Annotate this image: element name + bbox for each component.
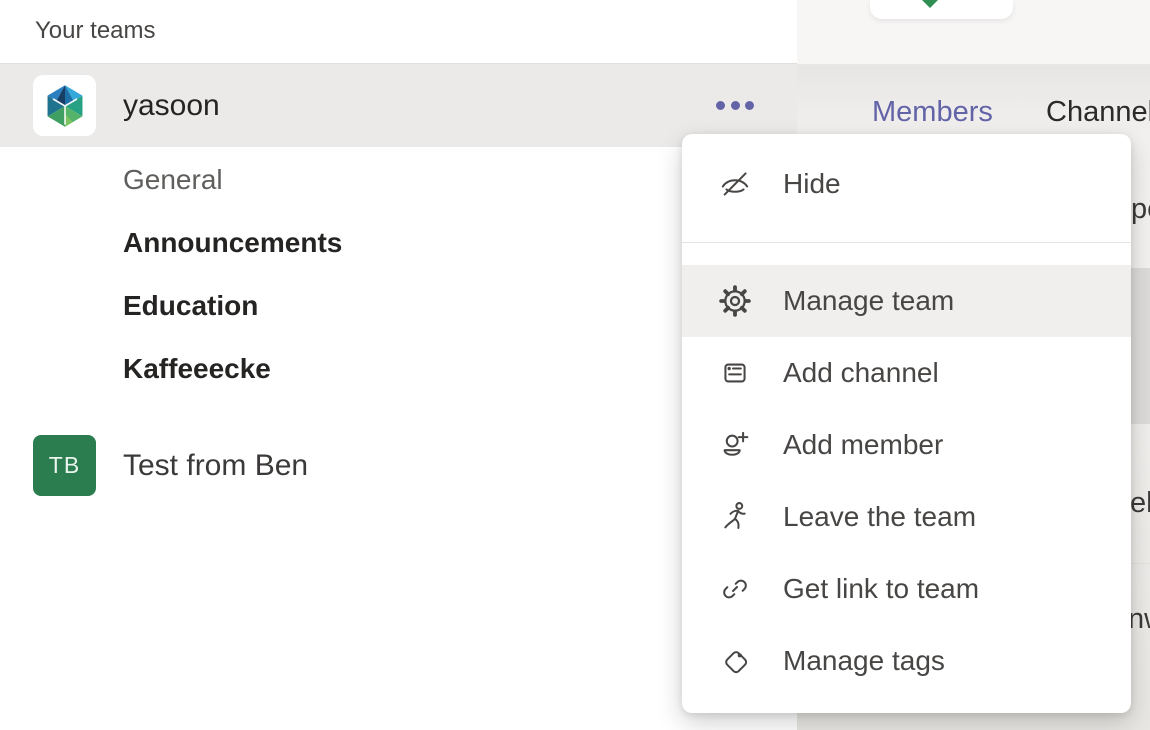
menu-item-manage-team[interactable]: Manage team (682, 265, 1131, 337)
menu-item-label: Add channel (783, 357, 939, 389)
menu-item-manage-tags[interactable]: Manage tags (682, 625, 1131, 697)
menu-item-label: Manage tags (783, 645, 945, 677)
sidebar-header: Your teams (0, 0, 797, 64)
teams-sidebar: Your teams (0, 0, 797, 730)
tab-channels[interactable]: Channels (1046, 96, 1150, 129)
menu-item-add-member[interactable]: Add member (682, 409, 1131, 481)
team-row-yasoon[interactable]: yasoon (0, 64, 797, 147)
channel-label: Kaffeeecke (123, 353, 271, 385)
tab-members[interactable]: Members (872, 96, 993, 129)
eye-off-icon (717, 166, 753, 202)
menu-item-label: Leave the team (783, 501, 976, 533)
menu-item-label: Manage team (783, 285, 954, 317)
team-name-test-from-ben: Test from Ben (123, 449, 308, 483)
menu-item-add-channel[interactable]: Add channel (682, 337, 1131, 409)
menu-item-leave-team[interactable]: Leave the team (682, 481, 1131, 553)
add-channel-icon (717, 355, 753, 391)
team-name-yasoon: yasoon (123, 89, 220, 123)
avatar-initials: TB (49, 452, 80, 479)
menu-item-label: Hide (783, 168, 841, 200)
channel-item-kaffeeecke[interactable]: Kaffeeecke (0, 337, 797, 400)
gear-icon (717, 283, 753, 319)
channel-label: Announcements (123, 227, 342, 259)
yasoon-logo-icon (43, 82, 87, 130)
team-logo-card (870, 0, 1013, 19)
background-row-divider (1128, 563, 1150, 564)
channel-item-announcements[interactable]: Announcements (0, 211, 797, 274)
menu-divider (682, 242, 1131, 243)
background-row-band (1128, 268, 1150, 424)
test-from-ben-avatar: TB (33, 435, 96, 496)
more-horizontal-icon (714, 101, 757, 110)
team-logo-fragment-icon (922, 0, 938, 8)
menu-item-label: Add member (783, 429, 943, 461)
channel-label: Education (123, 290, 258, 322)
link-icon (717, 571, 753, 607)
channel-list: General Announcements Education Kaffeeec… (0, 148, 797, 400)
tag-icon (717, 643, 753, 679)
yasoon-team-avatar (33, 75, 96, 136)
channel-item-education[interactable]: Education (0, 274, 797, 337)
person-running-icon (717, 499, 753, 535)
team-row-test-from-ben[interactable]: TB Test from Ben (0, 424, 797, 508)
background-text-fragment: nw (1128, 603, 1150, 636)
menu-item-hide[interactable]: Hide (682, 148, 1131, 220)
channel-label: General (123, 164, 223, 196)
your-teams-title: Your teams (35, 17, 156, 45)
channel-item-general[interactable]: General (0, 148, 797, 211)
background-text-fragment: pe (1131, 193, 1150, 226)
team-context-menu: Hide (682, 134, 1131, 713)
menu-item-label: Get link to team (783, 573, 979, 605)
person-add-icon (717, 427, 753, 463)
background-text-fragment: eh (1130, 487, 1150, 520)
teams-app-window: Your teams (0, 0, 1150, 730)
manage-team-tabs: Members Channels (797, 96, 1150, 136)
menu-item-get-link[interactable]: Get link to team (682, 553, 1131, 625)
